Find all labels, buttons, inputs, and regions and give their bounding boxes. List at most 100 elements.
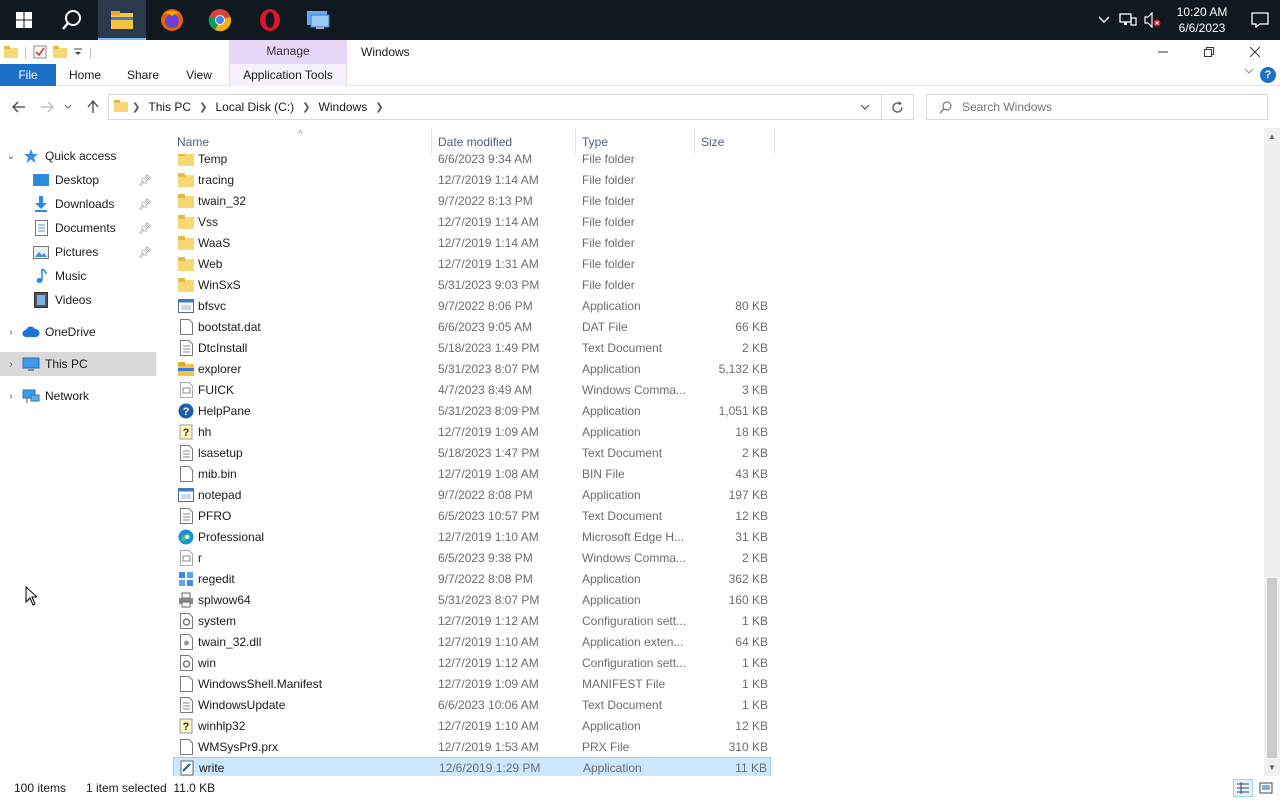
file-row[interactable]: ? hh 12/7/2019 1:09 AM Application 18 KB (173, 421, 771, 442)
taskbar-opera[interactable] (246, 0, 294, 40)
chevron-right-icon[interactable]: › (0, 359, 22, 370)
breadcrumb-separator[interactable]: ❯ (195, 102, 211, 113)
new-folder-icon[interactable] (53, 46, 68, 58)
sidebar-item-music[interactable]: Music (0, 264, 156, 288)
scroll-down-button[interactable]: ▼ (1264, 759, 1280, 776)
file-row[interactable]: Temp 6/6/2023 9:34 AM File folder (173, 154, 771, 169)
breadcrumb-separator[interactable]: ❯ (128, 102, 144, 113)
breadcrumb-separator[interactable]: ❯ (371, 102, 387, 113)
file-row[interactable]: DtcInstall 5/18/2023 1:49 PM Text Document… (173, 337, 771, 358)
file-row[interactable]: splwow64 5/31/2023 8:07 PM Application 160 … (173, 589, 771, 610)
file-row[interactable]: mib.bin 12/7/2019 1:08 AM BIN File 43 KB (173, 463, 771, 484)
column-size[interactable]: Size (695, 128, 775, 154)
sidebar-item-documents[interactable]: Documents 📌︎ (0, 216, 156, 240)
minimize-button[interactable] (1140, 40, 1186, 64)
pin-icon[interactable]: 📌︎ (138, 222, 152, 235)
sidebar-item-downloads[interactable]: Downloads 📌︎ (0, 192, 156, 216)
chevron-right-icon[interactable]: › (0, 327, 22, 338)
search-box[interactable] (926, 94, 1268, 120)
file-row[interactable]: ? winhlp32 12/7/2019 1:10 AM Application 12 … (173, 715, 771, 736)
file-row[interactable]: regedit 9/7/2022 8:08 PM Application 362 KB (173, 568, 771, 589)
file-row[interactable]: ? HelpPane 5/31/2023 8:09 PM Application 1,0… (173, 400, 771, 421)
scroll-up-button[interactable]: ▲ (1264, 128, 1280, 145)
file-row[interactable]: Vss 12/7/2019 1:14 AM File folder (173, 211, 771, 232)
file-row[interactable]: write 12/6/2019 1:29 PM Application 11 KB (173, 757, 771, 776)
file-row[interactable]: WMSysPr9.prx 12/7/2019 1:53 AM PRX File 310… (173, 736, 771, 757)
sidebar-item-onedrive[interactable]: › OneDrive (0, 320, 156, 344)
file-row[interactable]: WindowsShell.Manifest 12/7/2019 1:09 AM MA… (173, 673, 771, 694)
tray-chevron[interactable] (1092, 0, 1116, 40)
chevron-down-icon[interactable]: ⌄ (0, 151, 22, 162)
breadcrumb-this-pc[interactable]: This PC (144, 100, 195, 114)
file-row[interactable]: notepad 9/7/2022 8:08 PM Application 197 KB (173, 484, 771, 505)
sidebar-item-quick-access[interactable]: ⌄ Quick access (0, 144, 156, 168)
file-row[interactable]: WinSxS 5/31/2023 9:03 PM File folder (173, 274, 771, 295)
sidebar-item-pictures[interactable]: Pictures 📌︎ (0, 240, 156, 264)
search-button[interactable] (48, 0, 96, 40)
scroll-thumb[interactable] (1267, 578, 1277, 758)
file-row[interactable]: r 6/5/2023 9:38 PM Windows Comma... 2 KB (173, 547, 771, 568)
tab-home[interactable]: Home (60, 64, 110, 86)
clock[interactable]: 10:20 AM 6/6/2023 (1164, 4, 1240, 36)
file-row[interactable]: WaaS 12/7/2019 1:14 AM File folder (173, 232, 771, 253)
pin-icon[interactable]: 📌︎ (138, 246, 152, 259)
properties-icon[interactable] (33, 45, 47, 59)
expand-ribbon-button[interactable] (1244, 66, 1254, 78)
vertical-scrollbar[interactable]: ▲ ▼ (1264, 128, 1280, 776)
pin-icon[interactable]: 📌︎ (138, 174, 152, 187)
file-row[interactable]: Web 12/7/2019 1:31 AM File folder (173, 253, 771, 274)
taskbar-file-explorer[interactable] (98, 0, 146, 40)
search-input[interactable] (962, 100, 1252, 114)
file-row[interactable]: WindowsUpdate 6/6/2023 10:06 AM Text Docum… (173, 694, 771, 715)
tray-network[interactable] (1116, 0, 1140, 40)
taskbar-remote-desktop[interactable] (294, 0, 342, 40)
breadcrumb-windows[interactable]: Windows (315, 100, 372, 114)
sidebar-item-this-pc[interactable]: › This PC (0, 352, 156, 376)
file-row[interactable]: PFRO 6/5/2023 10:57 PM Text Document 12 KB (173, 505, 771, 526)
manage-context-tab[interactable]: Manage (229, 40, 347, 64)
column-date-modified[interactable]: Date modified (432, 128, 576, 154)
help-button[interactable]: ? (1260, 67, 1276, 83)
file-row[interactable]: bootstat.dat 6/6/2023 9:05 AM DAT File 66 K… (173, 316, 771, 337)
breadcrumb-separator[interactable]: ❯ (298, 102, 314, 113)
forward-button[interactable] (36, 96, 58, 118)
large-icons-view-button[interactable] (1256, 779, 1276, 797)
folder-icon[interactable] (4, 46, 18, 58)
taskbar-firefox[interactable] (148, 0, 196, 40)
details-view-button[interactable] (1233, 779, 1253, 797)
tab-share[interactable]: Share (118, 64, 168, 86)
file-row[interactable]: tracing 12/7/2019 1:14 AM File folder (173, 169, 771, 190)
address-bar[interactable]: ❯ This PC ❯ Local Disk (C:) ❯ Windows ❯ (108, 94, 914, 120)
tab-file[interactable]: File (0, 64, 56, 86)
taskbar-chrome[interactable] (196, 0, 244, 40)
tray-volume[interactable] (1140, 0, 1164, 40)
file-row[interactable]: twain_32.dll 12/7/2019 1:10 AM Application… (173, 631, 771, 652)
restore-button[interactable] (1186, 40, 1232, 64)
file-row[interactable]: lsasetup 5/18/2023 1:47 PM Text Document 2 … (173, 442, 771, 463)
column-type[interactable]: Type (576, 128, 695, 154)
notification-center-button[interactable] (1240, 0, 1280, 40)
refresh-button[interactable] (881, 95, 913, 119)
sidebar-item-network[interactable]: › Network (0, 384, 156, 408)
file-row[interactable]: bfsvc 9/7/2022 8:06 PM Application 80 KB (173, 295, 771, 316)
recent-locations-button[interactable] (60, 96, 76, 118)
close-button[interactable] (1232, 40, 1278, 64)
pin-icon[interactable]: 📌︎ (138, 198, 152, 211)
back-button[interactable] (8, 96, 30, 118)
file-row[interactable]: explorer 5/31/2023 8:07 PM Application 5,13… (173, 358, 771, 379)
chevron-right-icon[interactable]: › (0, 391, 22, 402)
tab-view[interactable]: View (176, 64, 222, 86)
file-row[interactable]: Professional 12/7/2019 1:10 AM Microsoft E… (173, 526, 771, 547)
file-row[interactable]: FUICK 4/7/2023 8:49 AM Windows Comma... 3 K… (173, 379, 771, 400)
file-row[interactable]: system 12/7/2019 1:12 AM Configuration set… (173, 610, 771, 631)
qat-dropdown-icon[interactable] (73, 47, 83, 57)
tab-application-tools[interactable]: Application Tools (229, 64, 347, 86)
column-name[interactable]: Name (171, 128, 432, 154)
up-button[interactable] (82, 96, 104, 118)
start-button[interactable] (0, 0, 48, 40)
sidebar-item-videos[interactable]: Videos (0, 288, 156, 312)
file-row[interactable]: win 12/7/2019 1:12 AM Configuration sett..… (173, 652, 771, 673)
breadcrumb-local-disk[interactable]: Local Disk (C:) (211, 100, 298, 114)
file-row[interactable]: twain_32 9/7/2022 8:13 PM File folder (173, 190, 771, 211)
sidebar-item-desktop[interactable]: Desktop 📌︎ (0, 168, 156, 192)
